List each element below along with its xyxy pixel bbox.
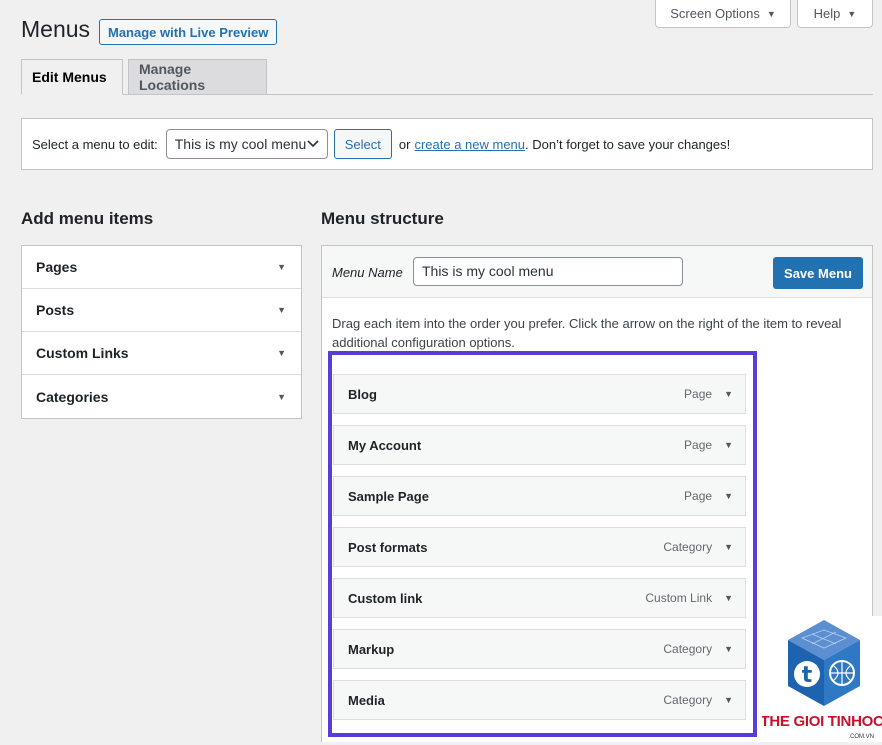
tab-manage-locations[interactable]: Manage Locations [128,59,267,95]
tab-edit-menus[interactable]: Edit Menus [21,59,123,95]
menu-select-dropdown[interactable]: This is my cool menu [165,129,328,159]
menu-item-title: Custom link [348,590,423,606]
caret-down-icon[interactable]: ▼ [724,695,733,705]
svg-text:THE GIOI TINHOC: THE GIOI TINHOC [762,713,882,730]
add-menu-items-accordion: Pages ▼ Posts ▼ Custom Links ▼ Categorie… [21,245,302,419]
menu-item-type: Custom Link [645,591,713,605]
save-menu-button[interactable]: Save Menu [773,257,863,289]
accordion-custom-links[interactable]: Custom Links ▼ [22,332,301,375]
menu-item-markup[interactable]: Markup Category ▼ [333,629,746,669]
menu-name-input[interactable]: This is my cool menu [413,257,683,286]
accordion-label: Posts [36,302,75,318]
create-new-menu-link[interactable]: create a new menu [414,137,525,152]
accordion-label: Pages [36,259,78,275]
watermark-logo: t THE GIOI TINHOC .COM.VN [760,616,882,742]
caret-down-icon: ▼ [277,305,286,315]
help-label: Help [813,6,841,21]
menu-item-title: Post formats [348,539,428,555]
accordion-pages[interactable]: Pages ▼ [22,246,301,289]
menu-item-type: Category [663,693,713,707]
manage-live-preview-button[interactable]: Manage with Live Preview [99,19,278,45]
menu-item-post-formats[interactable]: Post formats Category ▼ [333,527,746,567]
cube-logo-icon: t THE GIOI TINHOC .COM.VN [760,616,882,742]
menu-item-title: Sample Page [348,488,429,504]
caret-down-icon: ▼ [277,391,286,402]
menu-item-title: Markup [348,641,395,657]
watermark-brand: THE GIOI TINHOC [762,713,882,730]
menu-item-my-account[interactable]: My Account Page ▼ [333,425,746,465]
accordion-posts[interactable]: Posts ▼ [22,289,301,332]
menu-item-blog[interactable]: Blog Page ▼ [333,374,746,414]
menu-item-type: Category [663,540,713,554]
caret-down-icon: ▼ [277,348,286,358]
menu-item-title: Media [348,692,385,708]
menu-item-type: Page [684,438,713,452]
screen-options-label: Screen Options [670,6,760,21]
menu-item-media[interactable]: Media Category ▼ [333,680,746,720]
menu-name-label: Menu Name [332,265,403,280]
help-button[interactable]: Help ▼ [797,0,873,28]
accordion-label: Custom Links [36,345,129,361]
menu-item-sample-page[interactable]: Sample Page Page ▼ [333,476,746,516]
caret-down-icon[interactable]: ▼ [724,389,733,399]
menu-select-value: This is my cool menu [174,136,307,152]
menu-item-title: Blog [348,386,377,402]
select-menu-button[interactable]: Select [333,129,392,159]
caret-down-icon: ▼ [847,8,857,19]
menu-select-bar: Select a menu to edit: This is my cool m… [21,118,873,170]
add-menu-items-heading: Add menu items [21,209,154,228]
caret-down-icon[interactable]: ▼ [724,644,733,654]
select-menu-prompt: Select a menu to edit: [32,136,158,152]
caret-down-icon[interactable]: ▼ [724,440,733,450]
accordion-label: Categories [36,388,109,405]
menu-item-type: Category [663,642,713,656]
menu-item-type: Page [684,387,713,401]
accordion-categories[interactable]: Categories ▼ [22,375,301,418]
screen-options-button[interactable]: Screen Options ▼ [655,0,791,28]
or-text: or [398,136,411,152]
save-reminder-text: . Don’t forget to save your changes! [525,136,731,152]
page-title: Menus [21,16,91,42]
caret-down-icon: ▼ [277,262,286,272]
caret-down-icon[interactable]: ▼ [724,542,733,552]
drag-instructions: Drag each item into the order you prefer… [332,316,842,350]
caret-down-icon[interactable]: ▼ [724,491,733,501]
svg-text:t: t [802,663,813,688]
caret-down-icon[interactable]: ▼ [724,593,733,603]
menu-item-custom-link[interactable]: Custom link Custom Link ▼ [333,578,746,618]
menu-item-type: Page [684,489,713,503]
menu-item-title: My Account [348,437,422,453]
chevron-down-icon [307,140,319,148]
watermark-domain: .COM.VN [848,734,874,740]
menu-name-header: Menu Name This is my cool menu Save Menu [322,246,872,298]
caret-down-icon: ▼ [766,8,776,19]
menu-structure-heading: Menu structure [321,209,444,228]
